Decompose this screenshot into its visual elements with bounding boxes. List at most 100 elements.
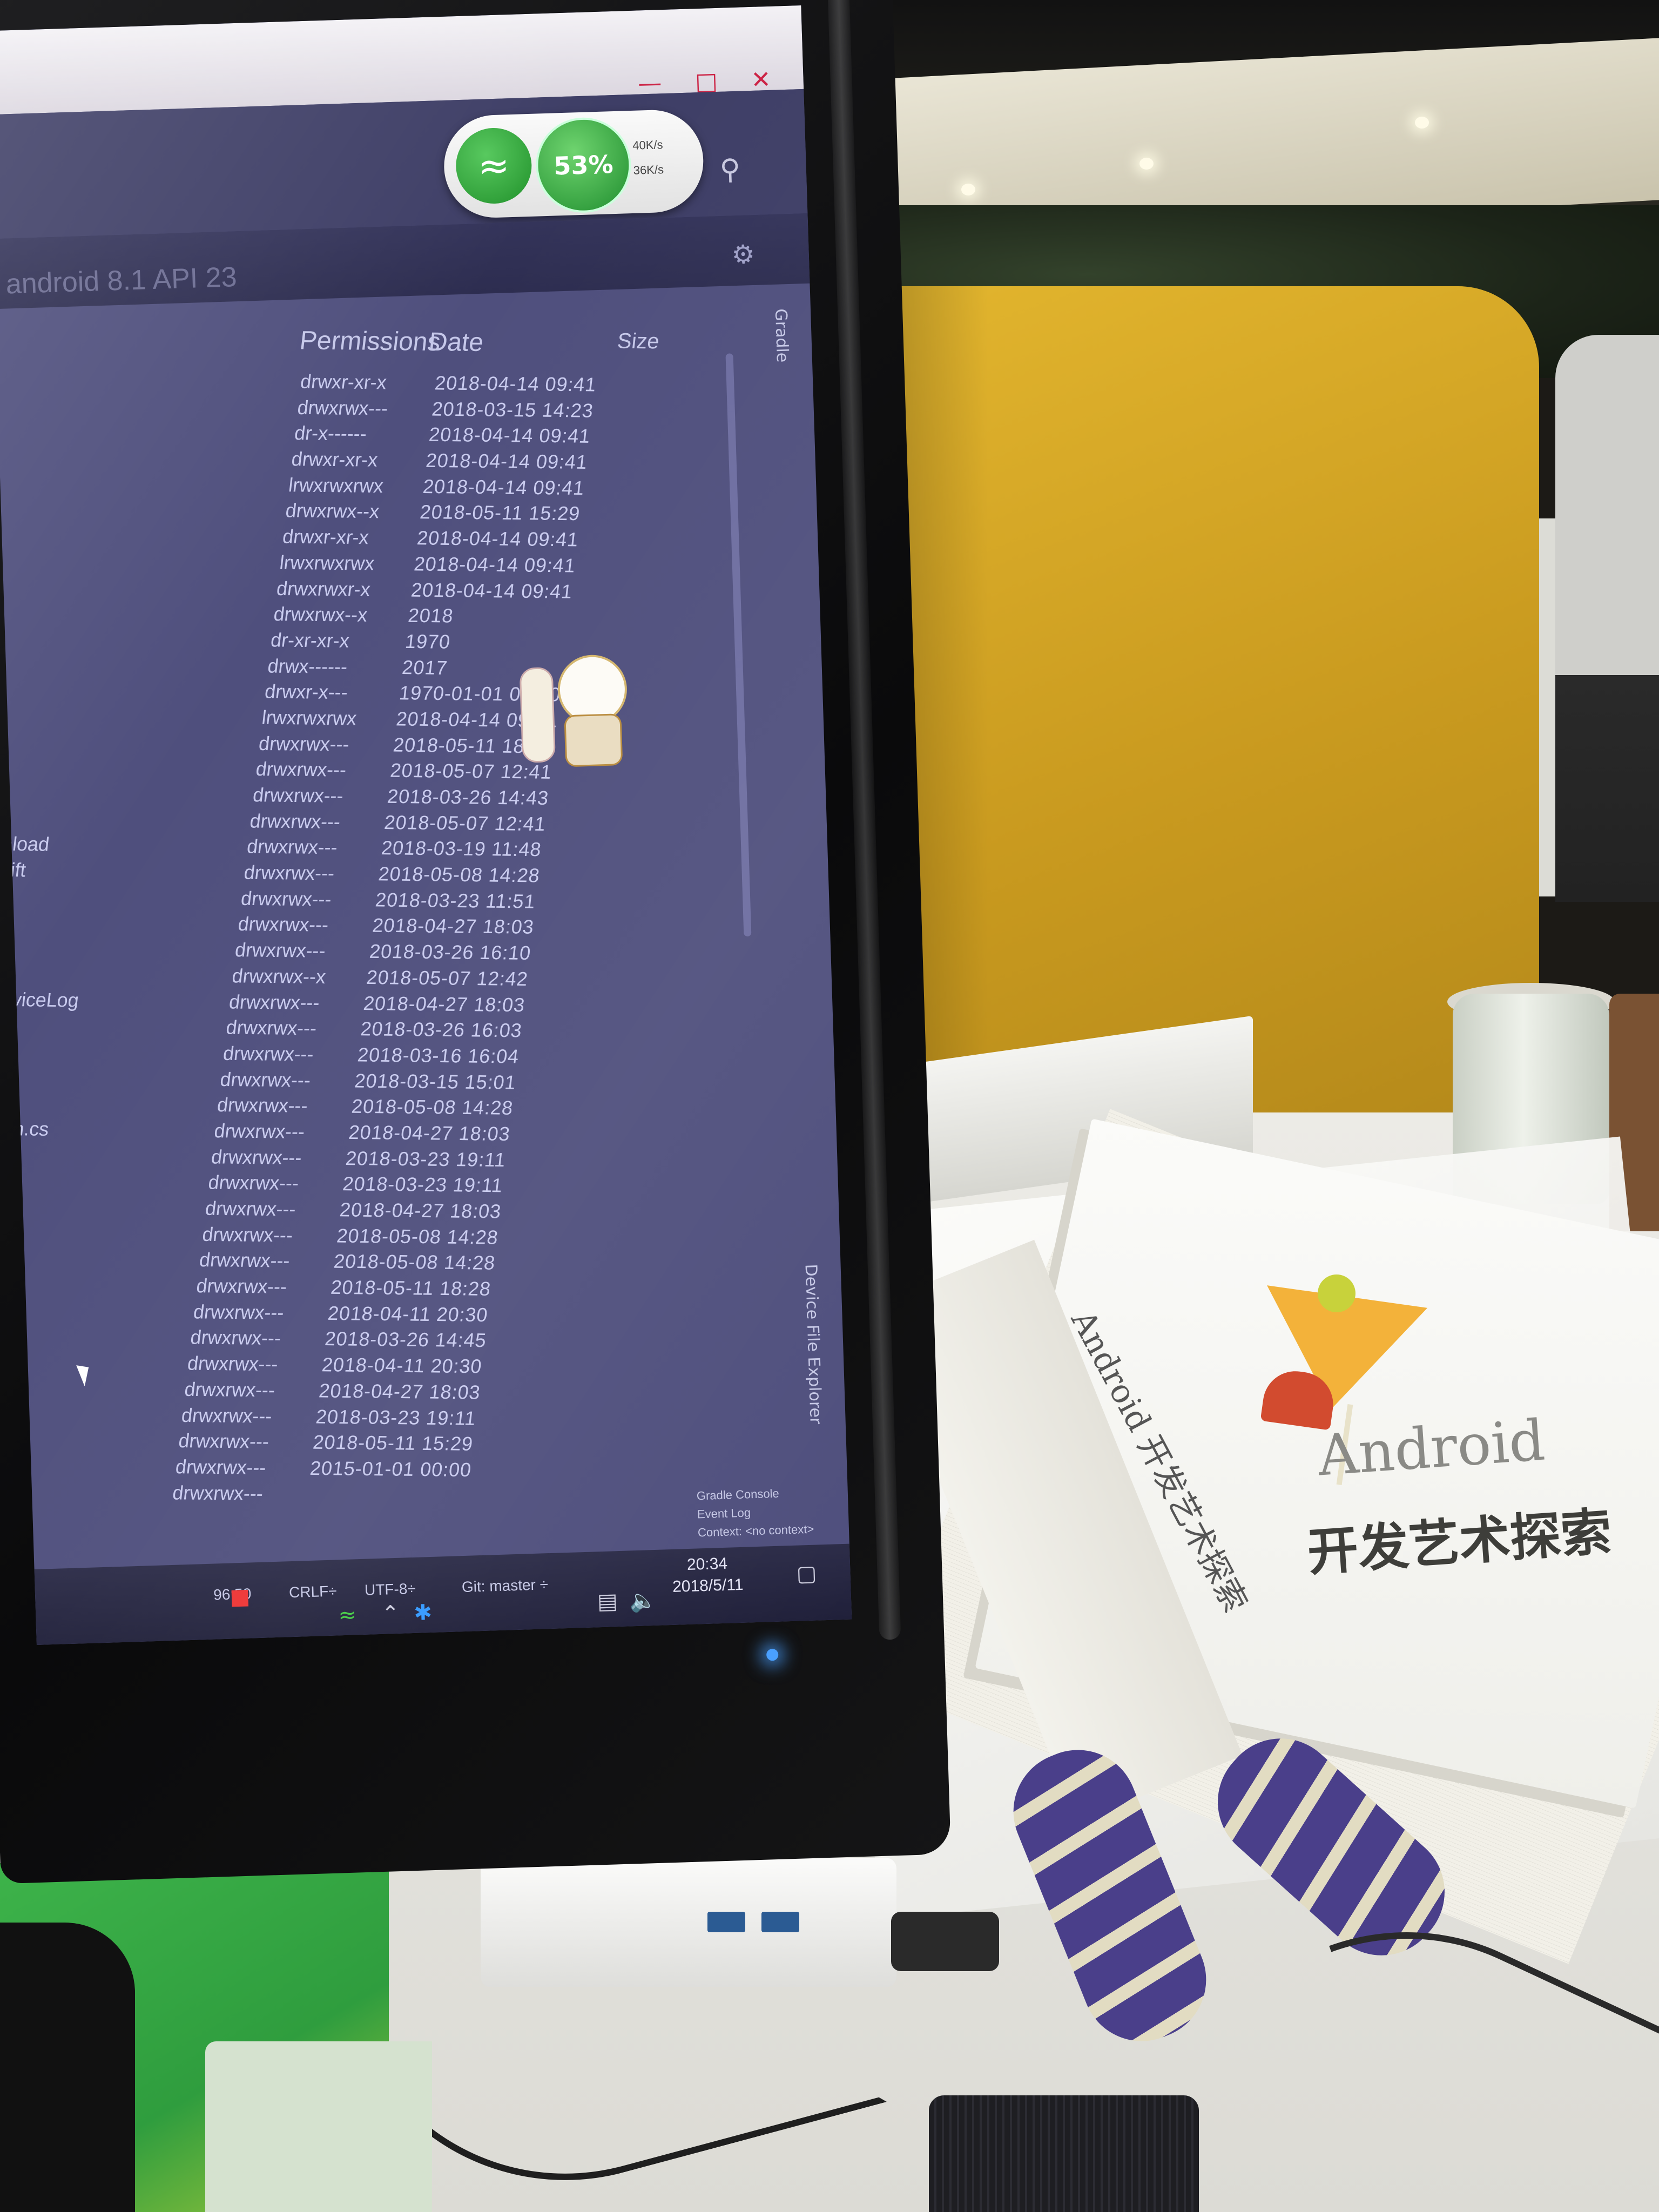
date-cell: 2018-04-14 09:41 <box>416 527 580 551</box>
mascot-body <box>564 713 623 767</box>
tab-gradle-label: Gradle <box>771 308 792 363</box>
notification-icon[interactable]: ▢ <box>796 1561 817 1587</box>
permission-cell: drwxrwx--- <box>252 784 345 807</box>
git-branch[interactable]: Git: master ÷ <box>461 1576 548 1596</box>
permission-cell: drwxrwx--x <box>284 499 381 523</box>
date-cell: 2018-04-11 20:30 <box>320 1353 483 1378</box>
monitor-screen: — □ ✕ ⚲ ≈ 53% 40K/s 36K/s android 8.1 AP… <box>0 5 852 1645</box>
date-cell: 2018-03-26 16:03 <box>359 1017 524 1042</box>
tab-device-file-explorer-label: Device File Explorer <box>801 1264 825 1425</box>
permission-cell: drwxrwx--- <box>210 1145 304 1169</box>
usb-port <box>761 1912 799 1932</box>
permission-cell: drwxr-xr-x <box>281 525 370 549</box>
header-permissions[interactable]: Permissions <box>298 326 442 357</box>
upload-speed: 40K/s <box>632 138 663 152</box>
wifi-icon: ≈ <box>455 126 533 205</box>
date-cell: 2018-05-11 15:29 <box>312 1431 475 1455</box>
mouse-pad <box>929 2095 1199 2212</box>
permission-cell: drwxrwx--- <box>183 1378 276 1401</box>
date-cell: 2018-03-23 11:51 <box>374 888 537 913</box>
permission-cell: drwxr-x--- <box>264 680 349 704</box>
system-clock[interactable]: 20:34 2018/5/11 <box>671 1553 744 1598</box>
date-cell: 2018-04-14 09:41 <box>434 372 598 396</box>
permission-cell: drwxrwx--- <box>254 758 348 781</box>
network-icon[interactable]: ▤ <box>597 1589 618 1614</box>
date-cell: 2018-05-11 15:29 <box>419 501 582 525</box>
permission-cell: drwxrwx--x <box>272 603 369 626</box>
permission-cell: drwxrwx--- <box>195 1274 288 1298</box>
permission-cell: drwxrwx--- <box>228 990 321 1014</box>
date-cell: 2018-05-07 12:41 <box>383 811 548 835</box>
permission-cell: drwxrwx--- <box>189 1326 282 1350</box>
clock-time: 20:34 <box>686 1554 728 1574</box>
date-cell: 2018-03-15 14:23 <box>430 397 595 422</box>
permission-cell: drwxrwx--- <box>219 1068 312 1091</box>
header-date[interactable]: Date <box>427 327 485 358</box>
volume-icon[interactable]: 🔈 <box>629 1588 657 1614</box>
permission-cell: drwxrwx--- <box>258 732 351 756</box>
date-cell: 2018-04-14 09:41 <box>413 552 577 577</box>
date-cell: 2018-04-11 20:30 <box>326 1301 489 1326</box>
permission-cell: dr-x------ <box>293 422 368 445</box>
green-box-label <box>205 2041 432 2212</box>
permission-cell: drwxrwxr-x <box>275 577 372 601</box>
date-cell: 2018-03-26 14:45 <box>323 1327 488 1352</box>
date-cell: 2018-03-15 15:01 <box>353 1069 518 1094</box>
permission-cell: lrwxrwxrwx <box>260 706 358 730</box>
permission-cell: drwxrwx--- <box>204 1197 298 1220</box>
date-cell: 2018-04-14 09:41 <box>422 475 586 499</box>
network-speed-widget[interactable]: ≈ 53% 40K/s 36K/s <box>442 108 705 219</box>
date-cell: 2018-03-23 19:11 <box>341 1172 504 1197</box>
date-cell: 2018-05-07 12:42 <box>365 966 530 990</box>
chevron-up-icon[interactable]: ⌃ <box>381 1601 400 1627</box>
wifi-tray-icon[interactable]: ≈ <box>338 1602 357 1628</box>
permission-cell: drwxrwx--- <box>240 887 333 911</box>
search-icon[interactable]: ⚲ <box>719 153 741 186</box>
permission-cell: drwxrwx--x <box>231 964 327 988</box>
person-background <box>1555 335 1659 902</box>
date-cell: 2018-05-11 18:28 <box>329 1276 493 1300</box>
app-icon[interactable]: ■ <box>230 1584 251 1610</box>
monitor: — □ ✕ ⚲ ≈ 53% 40K/s 36K/s android 8.1 AP… <box>0 0 973 1905</box>
ceiling-light <box>1415 117 1429 129</box>
table-header: Permissions Date Size <box>0 322 748 368</box>
tab-gradle[interactable]: Gradle <box>762 308 800 417</box>
permission-cell: drwxrwx--- <box>246 835 339 859</box>
gradle-console-button[interactable]: Gradle Console <box>697 1485 838 1503</box>
permission-cell: drwxrwx--- <box>248 809 342 833</box>
tab-device-file-explorer[interactable]: Device File Explorer <box>792 1264 834 1492</box>
line-separator[interactable]: CRLF÷ <box>289 1582 337 1601</box>
date-cell: 2018-03-19 11:48 <box>380 837 543 861</box>
permission-cell: drwxrwx--- <box>198 1249 292 1272</box>
bluetooth-icon[interactable]: ✱ <box>414 1600 433 1626</box>
event-log-button[interactable]: Event Log <box>697 1503 838 1521</box>
photo-scene: Android 开发艺术探索 Android 开发艺术探索 — □ ✕ ⚲ ≈ … <box>0 0 1659 2212</box>
date-cell: 2018-04-27 18:03 <box>347 1121 512 1145</box>
usb-port <box>707 1912 745 1932</box>
date-cell: 2018-05-08 14:28 <box>350 1095 515 1120</box>
permission-cell: drwxrwx--- <box>186 1352 280 1375</box>
mascot-toolbar <box>519 667 556 763</box>
date-cell: 1970 <box>404 630 452 653</box>
usb-plug <box>891 1912 999 1971</box>
file-encoding[interactable]: UTF-8÷ <box>365 1580 416 1599</box>
date-cell: 2018-04-14 09:41 <box>410 578 574 603</box>
clock-date: 2018/5/11 <box>672 1575 744 1596</box>
permission-cell: drwxrwx--- <box>296 396 389 420</box>
permission-cell: drwxrwx--- <box>192 1300 286 1324</box>
date-cell: 2018-03-26 14:43 <box>386 785 550 810</box>
date-cell: 2018-05-08 14:28 <box>335 1224 500 1249</box>
permission-cell: drwxrwx--- <box>216 1094 309 1117</box>
permission-cell: drwxrwx--- <box>177 1429 271 1453</box>
gear-icon[interactable]: ⚙ <box>731 239 756 270</box>
permission-cell: dr-xr-xr-x <box>269 628 351 652</box>
date-cell: 2018-05-08 14:28 <box>377 862 542 887</box>
desktop-mascot[interactable] <box>519 653 628 776</box>
permission-cell: lrwxrwxrwx <box>287 473 385 497</box>
usage-percent: 53% <box>534 116 633 214</box>
header-size[interactable]: Size <box>616 329 661 354</box>
lime-slice <box>1318 1274 1355 1312</box>
permission-cell: drwxrwx--- <box>171 1481 265 1505</box>
date-cell: 2018-03-16 16:04 <box>356 1043 521 1068</box>
permission-cell: drwxrwx--- <box>237 913 330 936</box>
